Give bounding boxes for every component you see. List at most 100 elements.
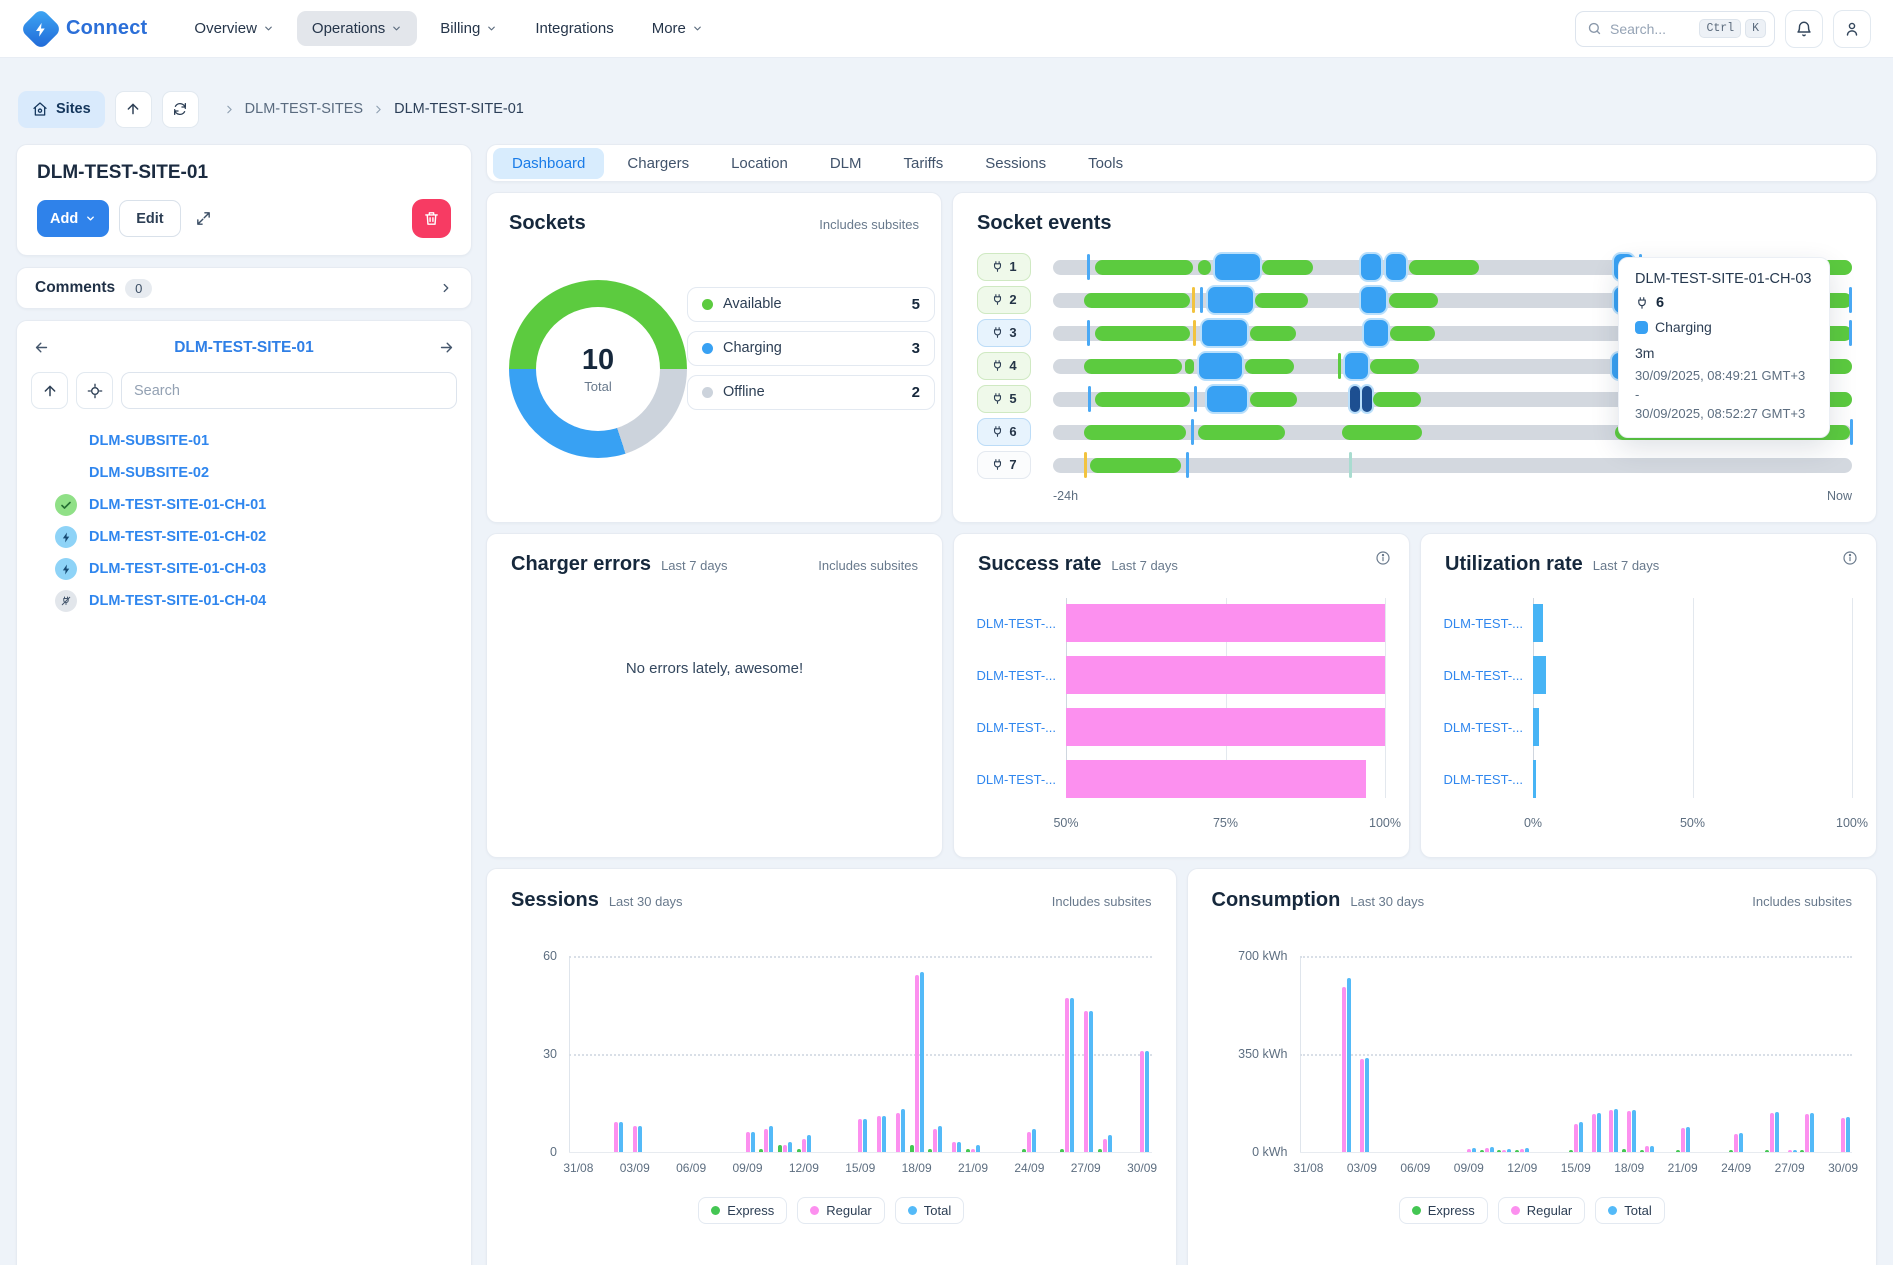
tree-forward-button[interactable] (436, 337, 457, 358)
tree-item[interactable]: DLM-SUBSITE-02 (31, 457, 457, 489)
regular-bar[interactable] (1627, 1111, 1631, 1152)
regular-bar[interactable] (764, 1129, 768, 1152)
regular-bar[interactable] (1574, 1124, 1578, 1152)
total-bar[interactable] (1507, 1149, 1511, 1152)
legend-chip-express[interactable]: Express (698, 1197, 787, 1224)
info-icon[interactable] (1375, 550, 1391, 570)
total-bar[interactable] (863, 1119, 867, 1152)
total-bar[interactable] (938, 1126, 942, 1152)
regular-bar[interactable] (1103, 1139, 1107, 1152)
total-bar[interactable] (1490, 1147, 1494, 1152)
regular-bar[interactable] (746, 1132, 750, 1152)
total-bar[interactable] (882, 1116, 886, 1152)
socket-badge[interactable]: 5 (977, 385, 1031, 413)
regular-bar[interactable] (1502, 1150, 1506, 1152)
nav-item-operations[interactable]: Operations (297, 11, 417, 46)
value-bar[interactable] (1533, 708, 1539, 746)
value-bar[interactable] (1066, 760, 1366, 798)
regular-bar[interactable] (1360, 1059, 1364, 1151)
legend-chip-regular[interactable]: Regular (1498, 1197, 1586, 1224)
total-bar[interactable] (751, 1132, 755, 1152)
tree-item[interactable]: DLM-TEST-SITE-01-CH-04 (31, 585, 457, 617)
regular-bar[interactable] (1592, 1114, 1596, 1152)
add-button[interactable]: Add (37, 200, 109, 237)
event-track[interactable] (1053, 451, 1852, 479)
regular-bar[interactable] (896, 1113, 900, 1152)
regular-bar[interactable] (1770, 1113, 1774, 1152)
charger-link-label[interactable]: DLM-TEST-... (978, 656, 1066, 694)
socket-badge[interactable]: 7 (977, 451, 1031, 479)
charger-link-label[interactable]: DLM-TEST-... (1445, 760, 1533, 798)
regular-bar[interactable] (1065, 998, 1069, 1152)
regular-bar[interactable] (1084, 1011, 1088, 1151)
regular-bar[interactable] (915, 975, 919, 1151)
regular-bar[interactable] (633, 1126, 637, 1152)
express-bar[interactable] (1640, 1150, 1644, 1152)
express-bar[interactable] (1497, 1150, 1501, 1152)
tab-chargers[interactable]: Chargers (608, 148, 708, 179)
express-bar[interactable] (910, 1145, 914, 1152)
express-bar[interactable] (778, 1145, 782, 1152)
total-bar[interactable] (788, 1142, 792, 1152)
regular-bar[interactable] (1342, 987, 1346, 1152)
express-bar[interactable] (966, 1149, 970, 1152)
total-bar[interactable] (1525, 1148, 1529, 1151)
tab-location[interactable]: Location (712, 148, 807, 179)
regular-bar[interactable] (1788, 1150, 1792, 1152)
tree-search-input[interactable] (121, 372, 457, 409)
total-bar[interactable] (1365, 1058, 1369, 1152)
regular-bar[interactable] (1140, 1051, 1144, 1152)
charger-link-label[interactable]: DLM-TEST-... (978, 708, 1066, 746)
nav-item-more[interactable]: More (637, 11, 718, 46)
expand-button[interactable] (191, 206, 216, 231)
total-bar[interactable] (1347, 978, 1351, 1152)
tree-item[interactable]: DLM-TEST-SITE-01-CH-01 (31, 489, 457, 521)
socket-badge[interactable]: 3 (977, 319, 1031, 347)
breadcrumb-item[interactable]: DLM-TEST-SITES (245, 101, 363, 117)
total-bar[interactable] (1846, 1117, 1850, 1152)
total-bar[interactable] (1686, 1127, 1690, 1152)
express-bar[interactable] (759, 1149, 763, 1152)
total-bar[interactable] (1810, 1113, 1814, 1152)
regular-bar[interactable] (1805, 1114, 1809, 1152)
tree-back-button[interactable] (31, 337, 52, 358)
regular-bar[interactable] (877, 1116, 881, 1152)
refresh-button[interactable] (162, 91, 199, 128)
value-bar[interactable] (1533, 604, 1543, 642)
total-bar[interactable] (1614, 1109, 1618, 1152)
regular-bar[interactable] (933, 1129, 937, 1152)
total-bar[interactable] (957, 1142, 961, 1152)
delete-button[interactable] (412, 199, 451, 238)
total-bar[interactable] (1739, 1133, 1743, 1152)
tree-item[interactable]: DLM-SUBSITE-01 (31, 425, 457, 457)
total-bar[interactable] (1070, 998, 1074, 1152)
total-bar[interactable] (1650, 1146, 1654, 1152)
charger-link-label[interactable]: DLM-TEST-... (1445, 604, 1533, 642)
global-search[interactable]: CtrlK (1575, 11, 1775, 47)
value-bar[interactable] (1533, 760, 1536, 798)
express-bar[interactable] (1569, 1150, 1573, 1152)
nav-item-overview[interactable]: Overview (179, 11, 289, 46)
sockets-legend-item[interactable]: Offline2 (687, 375, 935, 410)
express-bar[interactable] (1765, 1150, 1769, 1152)
express-bar[interactable] (1515, 1150, 1519, 1152)
express-bar[interactable] (1098, 1149, 1102, 1152)
express-bar[interactable] (928, 1149, 932, 1152)
tree-item[interactable]: DLM-TEST-SITE-01-CH-02 (31, 521, 457, 553)
regular-bar[interactable] (1520, 1149, 1524, 1152)
regular-bar[interactable] (802, 1139, 806, 1152)
sites-button[interactable]: Sites (18, 91, 105, 128)
value-bar[interactable] (1066, 604, 1385, 642)
value-bar[interactable] (1533, 656, 1546, 694)
regular-bar[interactable] (1609, 1110, 1613, 1152)
regular-bar[interactable] (1467, 1149, 1471, 1152)
nav-item-integrations[interactable]: Integrations (520, 11, 628, 46)
tab-dashboard[interactable]: Dashboard (493, 148, 604, 179)
express-bar[interactable] (797, 1149, 801, 1152)
sockets-legend-item[interactable]: Available5 (687, 287, 935, 322)
total-bar[interactable] (1089, 1011, 1093, 1151)
account-button[interactable] (1833, 10, 1871, 48)
total-bar[interactable] (807, 1135, 811, 1151)
tab-sessions[interactable]: Sessions (966, 148, 1065, 179)
total-bar[interactable] (920, 972, 924, 1152)
